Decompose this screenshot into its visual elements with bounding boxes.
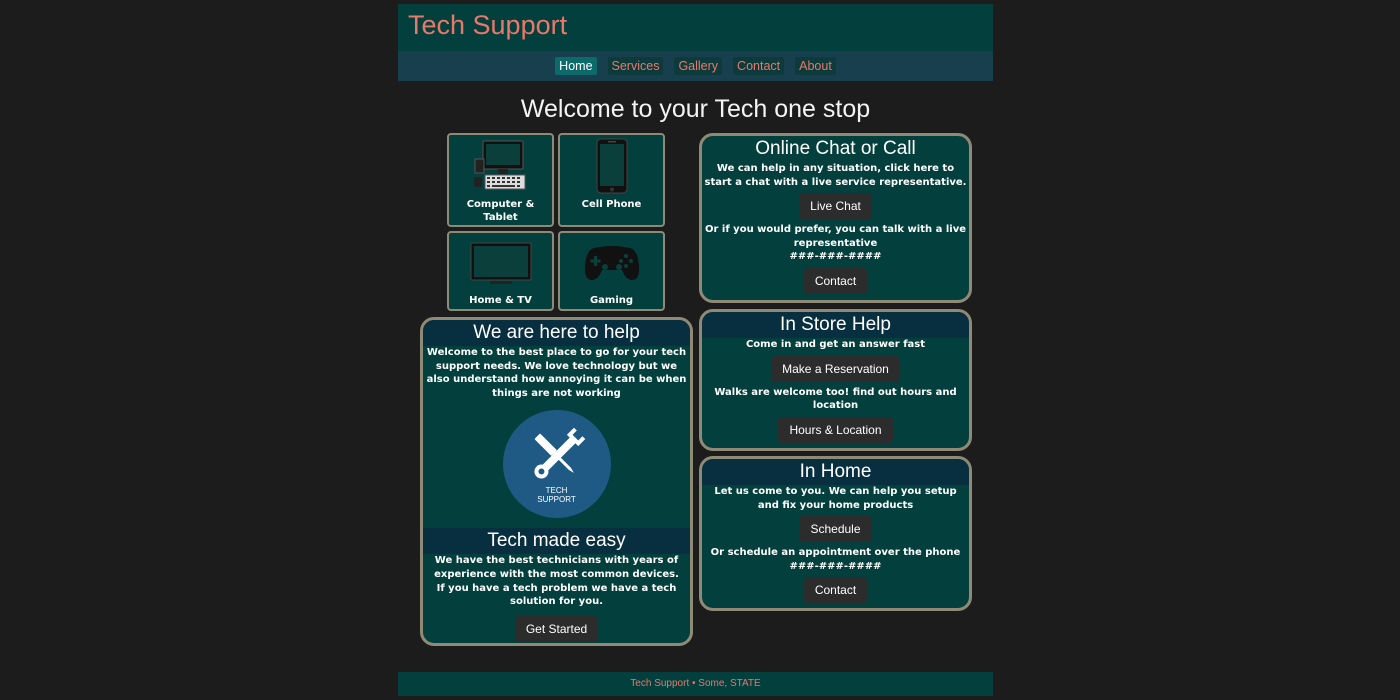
home-panel: In Home Let us come to you. We can help … — [699, 456, 972, 611]
tech-support-logo: TECH SUPPORT — [502, 410, 611, 519]
home-panel-text: Let us come to you. We can help you setu… — [714, 486, 957, 511]
help-panel-title: We are here to help — [423, 320, 690, 346]
nav-about[interactable]: About — [795, 57, 836, 75]
home-panel-title: In Home — [702, 459, 969, 485]
nav-contact[interactable]: Contact — [733, 57, 785, 75]
nav-gallery[interactable]: Gallery — [674, 57, 723, 75]
tile-home-tv[interactable]: Home & TV — [447, 231, 554, 311]
chat-panel-call-text: Or if you would prefer, you can talk wit… — [705, 224, 966, 249]
television-icon — [470, 242, 531, 284]
help-panel-text: Welcome to the best place to go for your… — [426, 347, 687, 399]
tile-label: Gaming — [589, 295, 634, 306]
contact-button[interactable]: Contact — [803, 267, 868, 294]
make-reservation-button[interactable]: Make a Reservation — [771, 355, 900, 382]
chat-panel: Online Chat or Call We can help in any s… — [699, 133, 972, 303]
phone-number: ###-###-#### — [789, 560, 882, 572]
tile-label: Computer & Tablet — [466, 199, 535, 223]
tile-cell-phone[interactable]: Cell Phone — [558, 133, 665, 227]
store-panel-text: Come in and get an answer fast — [745, 339, 926, 350]
site-footer: Tech Support • Some, STATE — [398, 672, 993, 696]
chat-panel-title: Online Chat or Call — [755, 138, 916, 159]
nav-services[interactable]: Services — [607, 57, 664, 75]
tile-label: Home & TV — [469, 295, 532, 306]
schedule-button[interactable]: Schedule — [799, 516, 872, 543]
tile-gaming[interactable]: Gaming — [558, 231, 665, 311]
nav-home[interactable]: Home — [555, 57, 597, 75]
home-panel-phone-text: Or schedule an appointment over the phon… — [710, 547, 961, 559]
help-panel: We are here to help Welcome to the best … — [420, 317, 693, 646]
hours-location-button[interactable]: Hours & Location — [778, 416, 893, 443]
tech-made-easy-title: Tech made easy — [423, 528, 690, 555]
cell-phone-icon — [596, 138, 627, 194]
site-title[interactable]: Tech Support — [408, 10, 567, 41]
get-started-button[interactable]: Get Started — [514, 615, 599, 642]
store-panel: In Store Help Come in and get an answer … — [699, 309, 972, 451]
main-nav: Home Services Gallery Contact About — [398, 51, 993, 81]
tile-label: Cell Phone — [581, 199, 642, 210]
live-chat-button[interactable]: Live Chat — [799, 193, 872, 220]
game-controller-icon — [584, 246, 639, 280]
chat-panel-text: We can help in any situation, click here… — [704, 163, 967, 188]
logo-text: TECH SUPPORT — [537, 486, 576, 505]
store-panel-walkin-text: Walks are welcome too! find out hours an… — [714, 386, 957, 412]
contact-button[interactable]: Contact — [803, 577, 868, 604]
tile-computer-tablet[interactable]: Computer & Tablet — [447, 133, 554, 227]
phone-number: ###-###-#### — [789, 251, 882, 263]
desktop-computer-icon — [473, 140, 525, 190]
store-panel-title: In Store Help — [702, 312, 969, 338]
tech-made-easy-text: We have the best technicians with years … — [434, 555, 679, 608]
welcome-heading: Welcome to your Tech one stop — [520, 95, 871, 123]
site-header: Tech Support — [398, 4, 993, 51]
site-container: Tech Support Home Services Gallery Conta… — [398, 4, 993, 696]
